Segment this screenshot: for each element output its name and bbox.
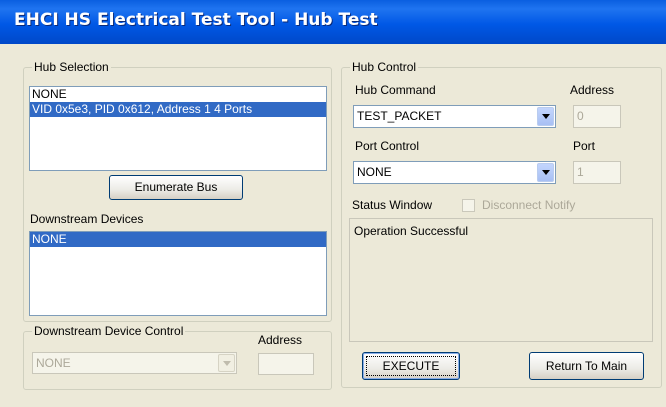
port-control-label: Port Control (355, 139, 420, 153)
downstream-device-select-value: NONE (36, 356, 71, 370)
port-control-select[interactable]: NONE (353, 161, 556, 184)
chevron-down-icon (218, 354, 235, 372)
disconnect-notify-label: Disconnect Notify (482, 198, 576, 212)
downstream-device-control-legend: Downstream Device Control (32, 324, 186, 338)
enumerate-bus-button-label: Enumerate Bus (134, 180, 218, 194)
execute-button-label: EXECUTE (382, 359, 440, 373)
app-window: EHCI HS Electrical Test Tool - Hub Test … (0, 0, 666, 407)
return-to-main-button-label: Return To Main (545, 359, 628, 373)
hub-address-label: Address (570, 83, 615, 97)
downstream-device-select: NONE (32, 352, 237, 374)
status-window: Operation Successful (349, 218, 653, 342)
chevron-down-icon[interactable] (537, 163, 554, 182)
hub-address-field: 0 (573, 105, 621, 128)
chevron-down-icon[interactable] (537, 107, 554, 126)
hub-list-item-selected[interactable]: VID 0x5e3, PID 0x612, Address 1 4 Ports (30, 102, 326, 117)
enumerate-bus-button[interactable]: Enumerate Bus (109, 175, 243, 200)
return-to-main-button[interactable]: Return To Main (529, 352, 644, 380)
port-field: 1 (573, 161, 621, 184)
downstream-devices-list[interactable]: NONE (29, 231, 327, 316)
hub-selection-legend: Hub Selection (32, 60, 111, 74)
status-window-label: Status Window (352, 198, 433, 212)
downstream-address-field (258, 353, 314, 375)
hub-command-value: TEST_PACKET (357, 109, 442, 123)
hub-command-select[interactable]: TEST_PACKET (353, 105, 556, 128)
hub-list[interactable]: NONE VID 0x5e3, PID 0x612, Address 1 4 P… (29, 86, 327, 171)
status-text: Operation Successful (354, 224, 469, 238)
downstream-list-item-selected[interactable]: NONE (30, 232, 326, 247)
title-bar[interactable]: EHCI HS Electrical Test Tool - Hub Test (0, 0, 666, 44)
execute-button[interactable]: EXECUTE (362, 352, 460, 380)
hub-command-label: Hub Command (355, 83, 436, 97)
port-control-value: NONE (357, 165, 392, 179)
hub-control-legend: Hub Control (350, 60, 419, 74)
checkbox-icon (462, 199, 475, 212)
window-title: EHCI HS Electrical Test Tool - Hub Test (14, 10, 378, 30)
port-label: Port (573, 139, 596, 153)
downstream-devices-label: Downstream Devices (30, 212, 144, 226)
downstream-address-label: Address (258, 333, 303, 347)
hub-list-item[interactable]: NONE (30, 87, 326, 102)
